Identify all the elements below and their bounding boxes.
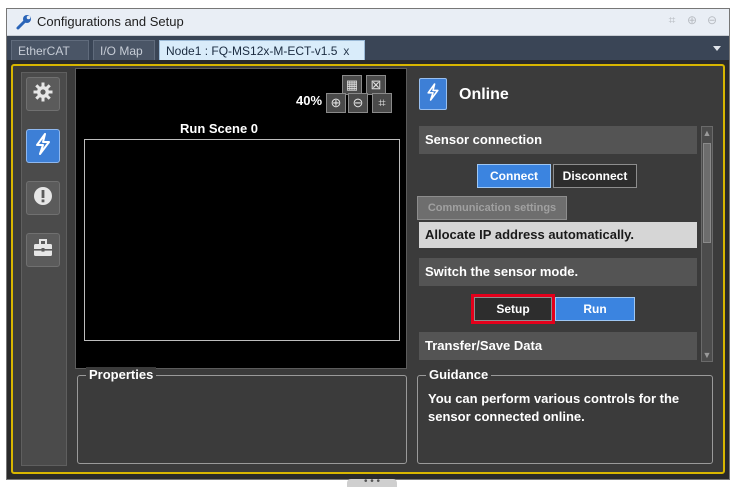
image-view[interactable]: ▦ ⊠ 40% ⊕ ⊖ ⌗ Run Scene 0 xyxy=(75,68,407,369)
fit-icon[interactable]: ⌗ xyxy=(372,93,392,113)
connect-button[interactable]: Connect xyxy=(477,164,551,188)
tab-ethercat[interactable]: EtherCAT xyxy=(11,40,89,60)
zoom-in-icon[interactable]: ⊕ xyxy=(685,13,699,27)
configurations-window: Configurations and Setup ⌗ ⊕ ⊖ EtherCAT … xyxy=(6,8,730,487)
tab-label: Node1 : FQ-MS12x-M-ECT-v1.5 xyxy=(166,44,338,58)
left-toolbar xyxy=(21,72,67,466)
communication-settings-button[interactable]: Communication settings xyxy=(417,196,567,220)
scroll-down-icon[interactable]: ▼ xyxy=(702,349,712,361)
zoom-out-icon[interactable]: ⊖ xyxy=(705,13,719,27)
tab-label: EtherCAT xyxy=(18,44,70,58)
title-bar: Configurations and Setup ⌗ ⊕ ⊖ xyxy=(7,9,729,36)
fit-window-icon[interactable]: ⌗ xyxy=(665,13,679,27)
zoom-in-icon[interactable]: ⊕ xyxy=(326,93,346,113)
lightning-icon xyxy=(425,82,441,107)
disconnect-button[interactable]: Disconnect xyxy=(553,164,637,188)
scene-label: Run Scene 0 xyxy=(180,121,259,136)
online-button[interactable] xyxy=(26,129,60,163)
run-mode-button[interactable]: Run xyxy=(555,297,635,321)
scroll-up-icon[interactable]: ▲ xyxy=(702,127,712,139)
settings-button[interactable] xyxy=(26,77,60,111)
window-title: Configurations and Setup xyxy=(37,14,184,29)
sensor-connection-header: Sensor connection xyxy=(419,126,697,154)
zoom-level: 40% xyxy=(296,93,323,108)
setup-mode-button[interactable]: Setup xyxy=(474,297,552,321)
warning-icon xyxy=(32,185,54,212)
guidance-label: Guidance xyxy=(426,367,492,383)
select-icon[interactable]: ⊠ xyxy=(366,75,386,95)
properties-label: Properties xyxy=(86,367,157,383)
online-panel: Online Sensor connection Connect Disconn… xyxy=(413,68,715,367)
content-area: ▦ ⊠ 40% ⊕ ⊖ ⌗ Run Scene 0 Properties Onl… xyxy=(11,64,725,474)
tab-io-map[interactable]: I/O Map xyxy=(93,40,155,60)
close-icon[interactable]: x xyxy=(343,44,349,58)
properties-group: Properties xyxy=(77,367,407,464)
errors-button[interactable] xyxy=(26,181,60,215)
guidance-group: Guidance You can perform various control… xyxy=(417,367,713,464)
tab-bar: EtherCAT I/O Map Node1 : FQ-MS12x-M-ECT-… xyxy=(7,36,729,60)
toolbox-icon xyxy=(32,238,54,263)
wrench-icon xyxy=(15,13,33,31)
lightning-icon xyxy=(33,132,53,160)
online-panel-icon xyxy=(419,78,447,110)
transfer-save-header[interactable]: Transfer/Save Data xyxy=(419,332,697,360)
guidance-text: You can perform various controls for the… xyxy=(428,391,680,424)
gear-icon xyxy=(32,81,54,108)
scene-frame xyxy=(84,139,400,341)
grid-icon[interactable]: ▦ xyxy=(342,75,362,95)
allocate-ip-option[interactable]: Allocate IP address automatically. xyxy=(419,222,697,248)
chevron-down-icon[interactable] xyxy=(713,46,721,51)
tab-node1[interactable]: Node1 : FQ-MS12x-M-ECT-v1.5 x xyxy=(159,40,365,60)
tools-button[interactable] xyxy=(26,233,60,267)
panel-scrollbar[interactable]: ▲ ▼ xyxy=(701,126,713,362)
tab-label: I/O Map xyxy=(100,44,143,58)
title-bar-tools: ⌗ ⊕ ⊖ xyxy=(665,13,719,27)
panel-title: Online xyxy=(459,86,509,103)
sensor-mode-header: Switch the sensor mode. xyxy=(419,258,697,286)
scroll-thumb[interactable] xyxy=(703,143,711,243)
zoom-out-icon[interactable]: ⊖ xyxy=(348,93,368,113)
